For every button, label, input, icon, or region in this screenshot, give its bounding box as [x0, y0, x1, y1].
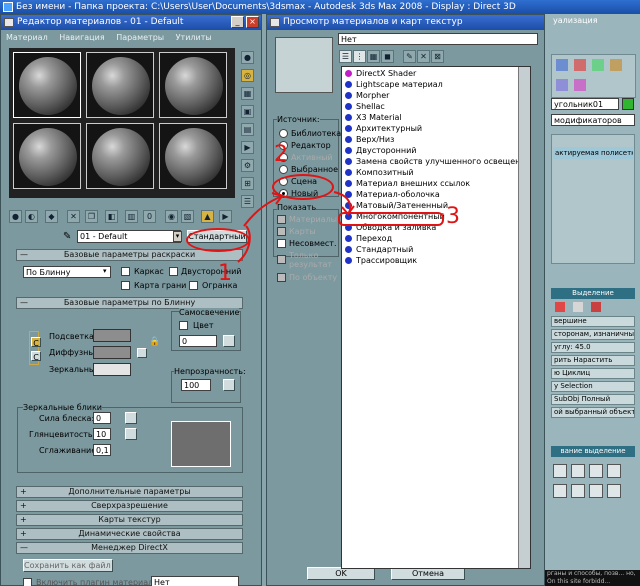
arrow-2 — [243, 192, 284, 227]
arrow-3 — [333, 191, 355, 216]
annotation-arrows — [237, 191, 355, 263]
arrow-1 — [237, 225, 251, 263]
